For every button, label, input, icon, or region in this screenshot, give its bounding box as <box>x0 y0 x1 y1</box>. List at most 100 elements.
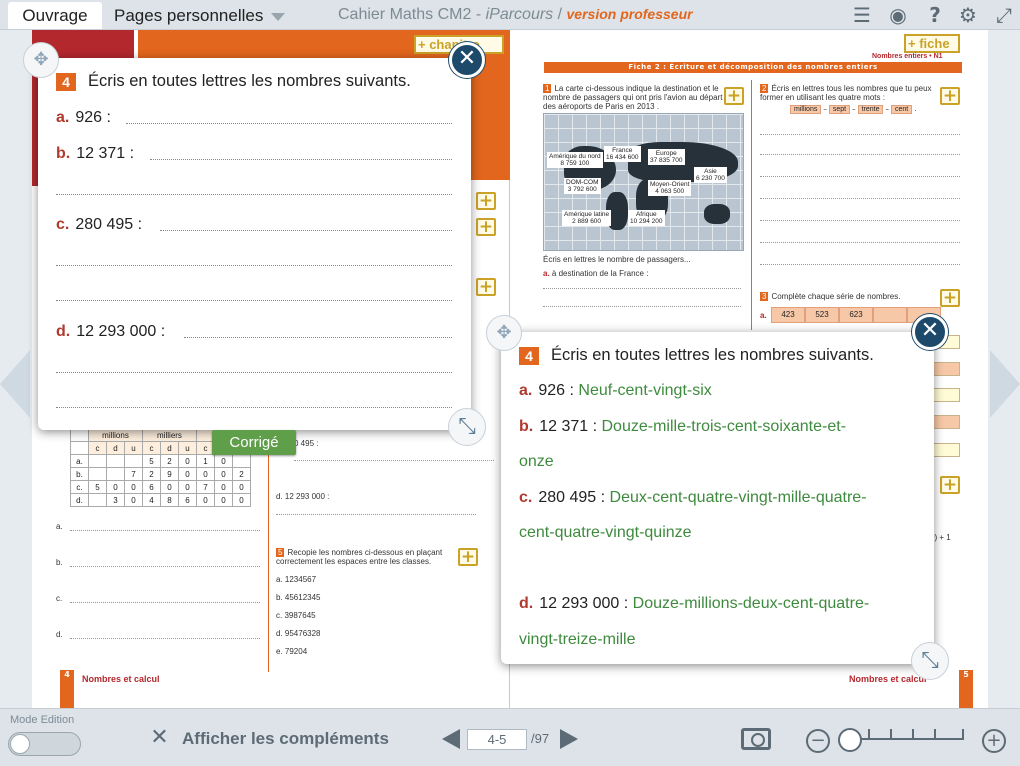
answer-line[interactable] <box>160 230 452 231</box>
map-label: Amérique du nord 8 759 100 <box>547 152 603 168</box>
answer-line[interactable] <box>150 159 452 160</box>
ex5-item: e. 79204 <box>276 647 308 656</box>
answer-line[interactable] <box>56 372 452 373</box>
list-icon[interactable]: ☰ <box>849 3 875 27</box>
left-item-b: b. <box>56 558 63 567</box>
afficher-complements-label[interactable]: Afficher les compléments <box>182 729 389 749</box>
ex3-text: 3 Complète chaque série de nombres. <box>760 292 901 301</box>
answer-line[interactable] <box>126 123 452 124</box>
ex1-text: 1 La carte ci-dessous indique la destinat… <box>543 84 723 111</box>
answer-line[interactable] <box>56 407 452 408</box>
prev-page-button[interactable] <box>442 729 460 749</box>
table-col: d <box>160 441 179 455</box>
chevron-down-icon[interactable] <box>271 12 286 21</box>
left-item-a: a. <box>56 522 63 531</box>
popup-title: 4 Écris en toutes lettres les nombres sui… <box>519 346 874 365</box>
mode-edition-toggle[interactable] <box>8 732 81 756</box>
page-input[interactable]: 4-5 <box>467 729 527 750</box>
fullscreen-icon[interactable]: ⤢ <box>991 3 1017 27</box>
tab-ouvrage[interactable]: Ouvrage <box>8 2 102 29</box>
left-footer: Nombres et calcul <box>82 674 160 684</box>
add-icon[interactable]: + <box>940 476 960 494</box>
prev-page-arrow[interactable] <box>0 350 30 418</box>
title-slash: / <box>553 6 567 23</box>
table-row: a. 5 2 0 1 0 <box>70 454 251 468</box>
question-d: d. 12 293 000 : <box>56 323 166 340</box>
left-item-c: c. <box>56 594 63 603</box>
help-icon[interactable]: ? <box>922 3 948 27</box>
ex1-question: Écris en lettres le nombre de passagers.… <box>543 255 691 264</box>
map-label: Europe 37 835 700 <box>648 149 685 165</box>
table-col: u <box>178 441 197 455</box>
add-icon[interactable]: + <box>940 87 960 105</box>
tab-pages-personnelles[interactable]: Pages personnelles <box>114 2 286 29</box>
answer-line[interactable] <box>184 337 452 338</box>
ex5-instruction: 5 Recopie les nombres ci-dessous en plaça… <box>276 548 443 566</box>
zoom-in-icon[interactable]: + <box>982 729 1006 753</box>
question-a: a. 926 : <box>56 109 111 126</box>
answer-line[interactable] <box>56 265 452 266</box>
zoom-slider[interactable] <box>850 738 964 740</box>
next-page-button[interactable] <box>560 729 578 749</box>
fiche-banner: Fiche 2 : Écriture et décomposition des … <box>544 62 962 73</box>
top-toolbar: Ouvrage Pages personnelles Cahier Maths … <box>0 0 1020 30</box>
title-version: version professeur <box>566 6 693 22</box>
bottom-toolbar: Mode Edition ✕ Afficher les compléments … <box>0 708 1020 766</box>
answer-d-cont: vingt-treize-mille <box>519 631 636 648</box>
close-icon[interactable]: ✕ <box>148 726 171 749</box>
ex5-item: c. 3987645 <box>276 611 316 620</box>
tab-pages-label: Pages personnelles <box>114 6 264 25</box>
eye-icon[interactable]: ◉ <box>885 3 911 27</box>
title-book: Cahier Maths CM2 <box>338 6 472 23</box>
map-label: Asie 6 230 700 <box>694 167 727 183</box>
resize-icon[interactable]: ⤡ <box>448 408 486 446</box>
corrige-button[interactable]: Corrigé <box>212 430 296 455</box>
move-icon[interactable]: ✥ <box>486 315 522 351</box>
close-icon[interactable]: ✕ <box>912 314 948 350</box>
exercise-number: 4 <box>56 73 76 91</box>
table-col: u <box>124 441 143 455</box>
move-icon[interactable]: ✥ <box>23 42 59 78</box>
table-row: d. 3 0 4 8 6 0 0 0 <box>70 493 251 507</box>
gear-icon[interactable]: ⚙ <box>955 3 981 27</box>
answer-c: c. 280 495 : Deux-cent-quatre-vingt-mille… <box>519 489 867 506</box>
zoom-slider-knob[interactable] <box>838 728 862 752</box>
add-icon[interactable]: + <box>458 548 478 566</box>
popup-title: 4 Écris en toutes lettres les nombres sui… <box>56 72 411 91</box>
left-item-d: d. <box>56 630 63 639</box>
left-d-text: d. 12 293 000 : <box>276 492 330 501</box>
table-row: b. 7 2 9 0 0 0 2 <box>70 467 251 481</box>
camera-icon[interactable] <box>741 728 771 750</box>
question-b: b. 12 371 : <box>56 145 135 162</box>
ex2-words: millions – sept – trente – cent. <box>788 105 916 114</box>
add-icon[interactable]: + <box>724 87 744 105</box>
zoom-out-icon[interactable]: − <box>806 729 830 753</box>
add-icon[interactable]: + <box>476 192 496 210</box>
ex5-item: d. 95476328 <box>276 629 321 638</box>
title-product: iParcours <box>485 6 554 23</box>
next-page-arrow[interactable] <box>990 350 1020 418</box>
ex5-item: a. 1234567 <box>276 575 317 584</box>
title-sep: - <box>471 6 486 23</box>
add-icon[interactable]: + <box>476 218 496 236</box>
left-c-text: 0 495 : <box>294 439 319 448</box>
question-c: c. 280 495 : <box>56 216 143 233</box>
add-icon[interactable]: + <box>476 278 496 296</box>
ex5-item: b. 45612345 <box>276 593 321 602</box>
ex1-a: a. à destination de la France : <box>543 269 649 278</box>
answer-line[interactable] <box>56 300 452 301</box>
close-icon[interactable]: ✕ <box>449 42 485 78</box>
map-label: DOM-COM 3 792 600 <box>564 178 601 194</box>
table-col: c <box>88 441 107 455</box>
series-cell: 623 <box>839 307 873 323</box>
answer-d: d. 12 293 000 : Douze-millions-deux-cent-… <box>519 595 870 612</box>
answer-c-cont: cent-quatre-vingt-quinze <box>519 524 692 541</box>
answer-line[interactable] <box>56 194 452 195</box>
world-map: Amérique du nord 8 759 100 France 16 434 6… <box>543 113 744 251</box>
resize-icon[interactable]: ⤡ <box>911 642 949 680</box>
map-label: Afrique 10 294 200 <box>628 210 665 226</box>
right-footer: Nombres et calcul <box>849 674 927 684</box>
exercise-popup: 4 Écris en toutes lettres les nombres sui… <box>38 58 471 430</box>
add-icon[interactable]: + <box>940 289 960 307</box>
add-fiche-button[interactable]: + fiche <box>904 34 960 53</box>
